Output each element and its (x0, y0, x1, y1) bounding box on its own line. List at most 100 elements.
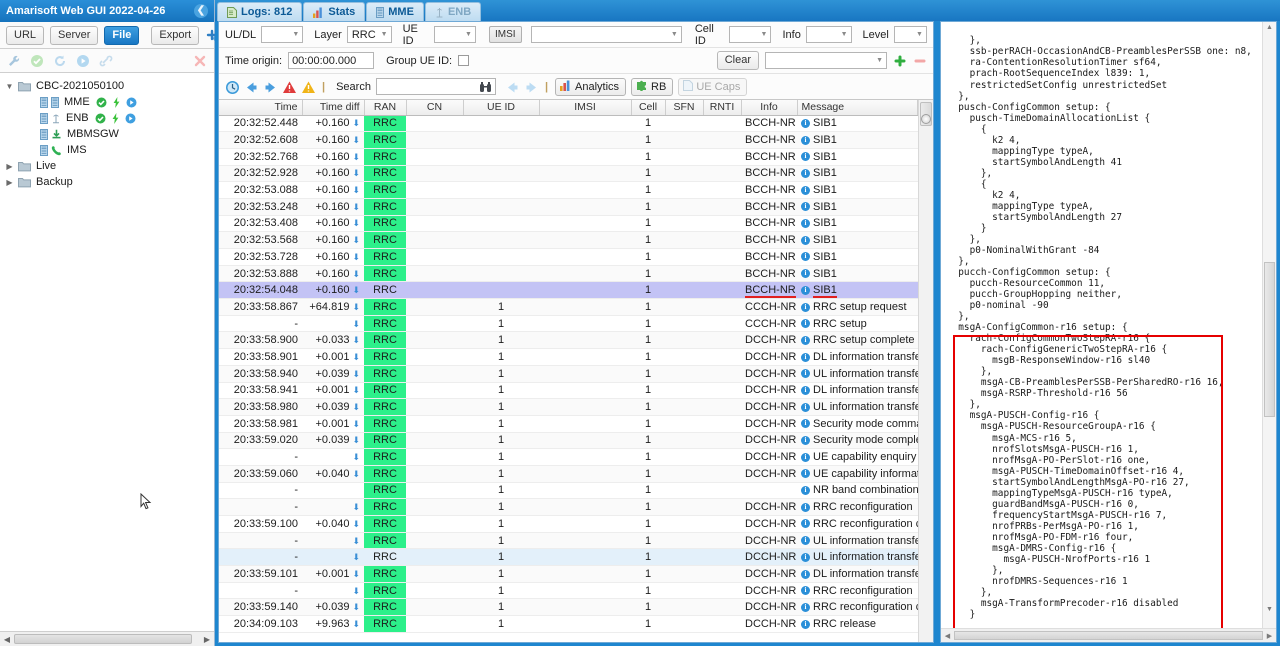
tree-item-backup[interactable]: ▶ Backup (4, 174, 214, 190)
file-button[interactable]: File (104, 25, 140, 45)
col-header-cell[interactable]: Cell (631, 100, 666, 116)
tree-item-cbc-2021050100[interactable]: ▼ CBC-2021050100 (4, 78, 214, 94)
search-next-icon[interactable] (524, 80, 538, 94)
log-vertical-scrollbar[interactable] (918, 100, 933, 642)
config-tree[interactable]: ▼ CBC-2021050100 MME ENB MBMSGW IMS ▶ Live ▶ Back… (0, 73, 214, 631)
table-row[interactable]: 20:32:52.928 +0.160 ⬇ RRC 1 BCCH-NR i SIB1 (219, 165, 918, 183)
table-row[interactable]: 20:33:59.060 +0.040 ⬇ RRC 1 1 DCCH-NR i UE capab… (219, 465, 918, 483)
table-row[interactable]: - RRC 1 1 i NR band combinations (219, 482, 918, 500)
table-row[interactable]: 20:34:09.103 +9.963 ⬇ RRC 1 1 DCCH-NR i RRC rele… (219, 615, 918, 633)
log-scroll-handle[interactable] (921, 114, 931, 124)
url-button[interactable]: URL (6, 25, 45, 45)
tree-item-ims[interactable]: IMS (4, 142, 214, 158)
table-row[interactable]: - ⬇ RRC 1 1 DCCH-NR i UL information transfer (219, 532, 918, 550)
minus-red-icon[interactable] (913, 54, 927, 68)
table-row[interactable]: 20:32:53.408 +0.160 ⬇ RRC 1 BCCH-NR i SIB1 (219, 215, 918, 233)
detail-horizontal-scrollbar[interactable]: ◀ ▶ (941, 628, 1276, 642)
tree-item-mme[interactable]: MME (4, 94, 214, 110)
delete-x-icon[interactable] (193, 54, 207, 68)
scroll-left-icon[interactable]: ◀ (941, 632, 954, 640)
warning-triangle-icon[interactable] (301, 80, 315, 94)
info-select[interactable]: ▼ (805, 26, 852, 43)
left-horizontal-scrollbar[interactable]: ◀ ▶ (0, 631, 214, 646)
scroll-left-icon[interactable]: ◀ (0, 635, 14, 644)
log-table-body[interactable]: 20:32:52.448 +0.160 ⬇ RRC 1 BCCH-NR i SIB1 20:32… (219, 115, 918, 633)
table-row[interactable]: 20:32:54.048 +0.160 ⬇ RRC 1 BCCH-NR i SIB1 (219, 281, 918, 300)
table-row[interactable]: 20:33:58.901 +0.001 ⬇ RRC 1 1 DCCH-NR i DL infor… (219, 348, 918, 366)
col-header-imsi[interactable]: IMSI (539, 100, 632, 116)
play-icon[interactable] (126, 97, 137, 108)
table-row[interactable]: 20:33:59.101 +0.001 ⬇ RRC 1 1 DCCH-NR i DL infor… (219, 565, 918, 583)
rb-button[interactable]: RB (631, 77, 674, 96)
table-row[interactable]: 20:33:59.100 +0.040 ⬇ RRC 1 1 DCCH-NR i RRC reco… (219, 515, 918, 533)
table-row[interactable]: 20:33:58.981 +0.001 ⬇ RRC 1 1 DCCH-NR i Security… (219, 415, 918, 433)
table-row[interactable]: 20:32:53.568 +0.160 ⬇ RRC 1 BCCH-NR i SIB1 (219, 231, 918, 249)
status-ok-icon[interactable] (96, 97, 107, 108)
table-row[interactable]: 20:33:59.140 +0.039 ⬇ RRC 1 1 DCCH-NR i RRC reco… (219, 598, 918, 617)
binoculars-icon[interactable] (479, 81, 492, 96)
table-row[interactable]: 20:32:52.448 +0.160 ⬇ RRC 1 BCCH-NR i SIB1 (219, 115, 918, 133)
chevron-down-icon[interactable]: ▼ (4, 82, 15, 91)
table-row[interactable]: 20:33:58.867 +64.819 ⬇ RRC 1 1 CCCH-NR i RRC set… (219, 298, 918, 316)
col-header-cn[interactable]: CN (406, 100, 464, 116)
col-header-time-diff[interactable]: Time diff (302, 100, 365, 116)
table-row[interactable]: 20:32:53.888 +0.160 ⬇ RRC 1 BCCH-NR i SIB1 (219, 265, 918, 283)
tab-enb[interactable]: ENB (424, 2, 482, 21)
search-input[interactable] (375, 78, 496, 96)
play-icon[interactable] (125, 113, 136, 124)
col-header-ue-id[interactable]: UE ID (463, 100, 540, 116)
table-row[interactable]: 20:33:58.900 +0.033 ⬇ RRC 1 1 DCCH-NR i RRC setu… (219, 331, 918, 350)
link-icon[interactable] (99, 54, 113, 68)
preset-select[interactable]: ▼ (765, 52, 887, 69)
chevron-left-icon[interactable]: ❮ (194, 4, 208, 18)
imsi-button[interactable]: IMSI (488, 26, 522, 43)
tab-logs-812[interactable]: Logs: 812 (217, 2, 303, 21)
time-origin-input[interactable]: 00:00:00.000 (288, 52, 375, 69)
plus-green-icon[interactable] (893, 54, 907, 68)
table-row[interactable]: - ⬇ RRC 1 1 DCCH-NR i RRC reconfiguration (219, 498, 918, 516)
export-button[interactable]: Export (151, 25, 200, 45)
col-header-info[interactable]: Info (741, 100, 798, 116)
play-circle-icon[interactable] (76, 54, 90, 68)
detail-scroll-thumb[interactable] (1264, 262, 1275, 417)
col-header-message[interactable]: Message (797, 100, 918, 116)
uldl-select[interactable]: ▼ (261, 26, 304, 43)
search-prev-icon[interactable] (505, 80, 519, 94)
scroll-down-icon[interactable]: ▼ (1263, 604, 1276, 616)
scroll-thumb[interactable] (14, 634, 192, 644)
detail-vertical-scrollbar[interactable]: ▲ ▼ (1262, 22, 1276, 628)
table-row[interactable]: 20:33:58.940 +0.039 ⬇ RRC 1 1 DCCH-NR i UL infor… (219, 365, 918, 383)
table-row[interactable]: 20:32:52.608 +0.160 ⬇ RRC 1 BCCH-NR i SIB1 (219, 131, 918, 149)
table-row[interactable]: 20:32:53.248 +0.160 ⬇ RRC 1 BCCH-NR i SIB1 (219, 198, 918, 216)
scroll-right-icon[interactable]: ▶ (1263, 632, 1276, 640)
bolt-icon[interactable] (112, 112, 119, 124)
status-ok-icon[interactable] (95, 113, 106, 124)
table-row[interactable]: 20:33:59.020 +0.039 ⬇ RRC 1 1 DCCH-NR i Security… (219, 432, 918, 450)
server-button[interactable]: Server (50, 25, 99, 45)
message-detail-text[interactable]: }, ssb-perRACH-OccasionAndCB-PreamblesPe… (941, 31, 1262, 618)
refresh-icon[interactable] (53, 54, 67, 68)
ue-caps-button[interactable]: UE Caps (678, 77, 748, 96)
group-ueid-checkbox[interactable] (458, 55, 470, 66)
arrow-right-icon[interactable] (263, 80, 277, 94)
scroll-up-icon[interactable]: ▲ (1263, 22, 1276, 34)
table-row[interactable]: 20:32:52.768 +0.160 ⬇ RRC 1 BCCH-NR i SIB1 (219, 148, 918, 166)
clear-button[interactable]: Clear (716, 51, 759, 70)
arrow-left-icon[interactable] (244, 80, 258, 94)
tree-item-enb[interactable]: ENB (4, 110, 214, 126)
col-header-rnti[interactable]: RNTI (703, 100, 742, 116)
scroll-right-icon[interactable]: ▶ (200, 635, 214, 644)
tab-stats[interactable]: Stats (303, 2, 366, 21)
table-row[interactable]: 20:33:58.980 +0.039 ⬇ RRC 1 1 DCCH-NR i UL infor… (219, 398, 918, 416)
clock-icon[interactable] (225, 80, 239, 94)
table-row[interactable]: 20:32:53.088 +0.160 ⬇ RRC 1 BCCH-NR i SIB1 (219, 181, 918, 199)
tab-mme[interactable]: MME (366, 2, 424, 21)
ueid-select[interactable]: ▼ (433, 26, 476, 43)
analytics-button[interactable]: Analytics (555, 77, 627, 96)
col-header-sfn[interactable]: SFN (665, 100, 704, 116)
bolt-icon[interactable] (113, 96, 120, 108)
table-row[interactable]: - ⬇ RRC 1 1 CCCH-NR i RRC setup (219, 315, 918, 333)
chevron-right-icon[interactable]: ▶ (4, 178, 15, 187)
level-select[interactable]: ▼ (893, 26, 927, 43)
table-row[interactable]: - ⬇ RRC 1 1 DCCH-NR i UL information transfer (219, 548, 918, 567)
